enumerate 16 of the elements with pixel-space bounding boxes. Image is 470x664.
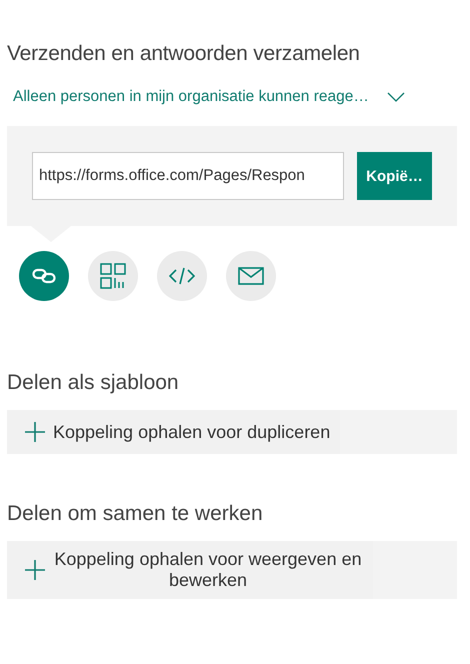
code-icon — [169, 267, 195, 285]
link-field[interactable]: https://forms.office.com/Pages/Respon — [32, 152, 344, 200]
share-method-button[interactable] — [157, 251, 207, 301]
audience-dropdown[interactable]: Alleen personen in mijn organisatie kunnen reage… — [7, 88, 405, 106]
copy-button[interactable]: Kopië… — [357, 152, 432, 200]
link-icon — [32, 268, 56, 284]
plus-icon — [25, 560, 45, 580]
section-title: Verzenden en antwoorden verzamelen — [7, 41, 361, 66]
section-heading: Delen als sjabloon — [7, 371, 180, 395]
section-heading: Delen om samen te werken — [7, 502, 264, 526]
envelope-icon — [238, 267, 264, 285]
plus-icon — [25, 422, 45, 442]
share-method-button[interactable] — [226, 251, 276, 301]
qr-code-icon — [100, 263, 126, 289]
share-method-button[interactable] — [88, 251, 138, 301]
share-method-button[interactable] — [19, 251, 69, 301]
